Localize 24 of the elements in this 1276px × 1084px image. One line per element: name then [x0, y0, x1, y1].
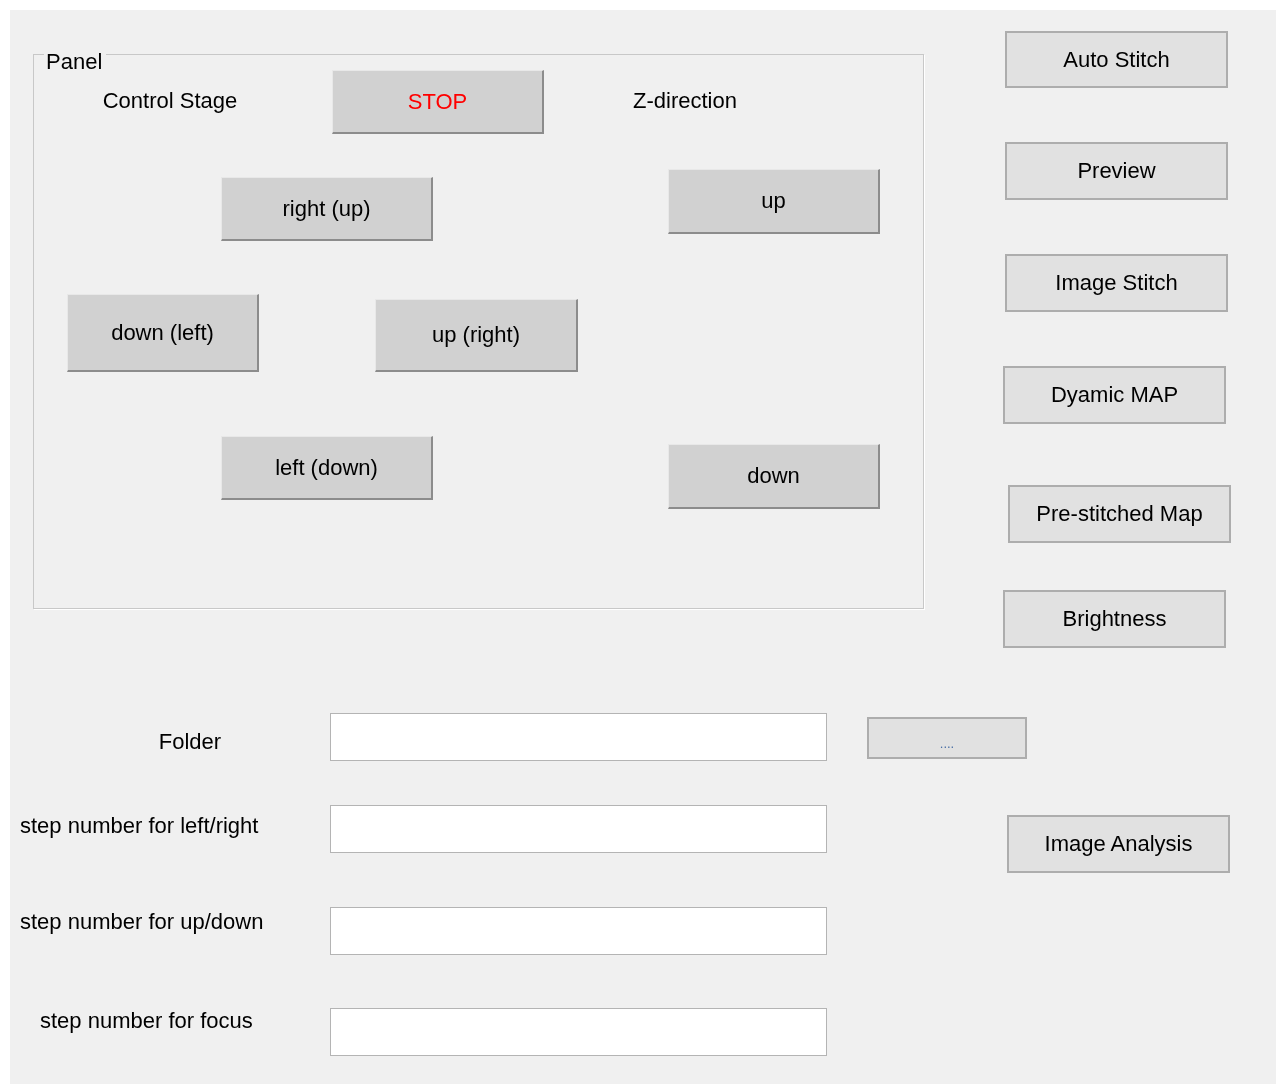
browse-button[interactable]: ....: [867, 717, 1027, 759]
move-button[interactable]: up: [668, 169, 880, 234]
action-button[interactable]: Auto Stitch: [1005, 31, 1228, 88]
action-button[interactable]: Image Analysis: [1007, 815, 1230, 873]
action-button[interactable]: Image Stitch: [1005, 254, 1228, 312]
move-button[interactable]: left (down): [221, 436, 433, 500]
action-button[interactable]: Dyamic MAP: [1003, 366, 1226, 424]
move-button[interactable]: up (right): [375, 299, 578, 372]
input-field[interactable]: [330, 805, 827, 853]
move-button[interactable]: right (up): [221, 177, 433, 241]
field-label: step number for focus: [40, 1007, 254, 1035]
section-label: Control Stage: [101, 87, 239, 115]
section-label: Z-direction: [632, 87, 738, 115]
field-label: step number for left/right: [20, 812, 260, 840]
action-button[interactable]: Pre-stitched Map: [1008, 485, 1231, 543]
action-button[interactable]: Preview: [1005, 142, 1228, 200]
move-button[interactable]: down (left): [67, 294, 259, 372]
action-button[interactable]: Brightness: [1003, 590, 1226, 648]
move-button[interactable]: down: [668, 444, 880, 509]
input-field[interactable]: [330, 1008, 827, 1056]
field-label: Folder: [157, 728, 223, 756]
input-field[interactable]: [330, 713, 827, 761]
field-label: step number for up/down: [20, 908, 265, 936]
input-field[interactable]: [330, 907, 827, 955]
